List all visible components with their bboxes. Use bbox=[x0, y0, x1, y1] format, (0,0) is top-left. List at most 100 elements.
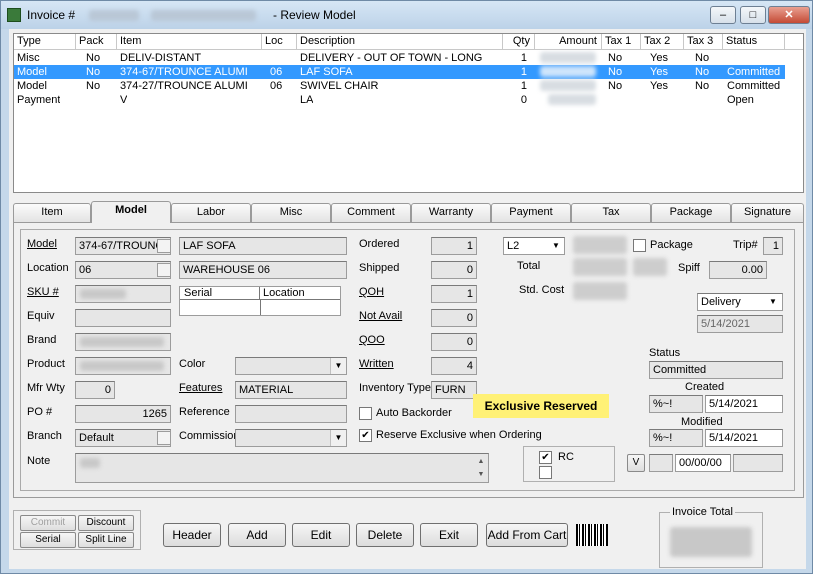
col-header-amount[interactable]: Amount bbox=[535, 34, 602, 50]
sku-label[interactable]: SKU # bbox=[27, 286, 59, 298]
table-row-selected[interactable]: Model No 374-67/TROUNCE ALUMI 06 LAF SOF… bbox=[14, 65, 785, 79]
v-button[interactable]: V bbox=[627, 454, 645, 472]
equiv-field[interactable] bbox=[75, 309, 171, 327]
chevron-down-icon[interactable]: ▼ bbox=[330, 430, 346, 446]
color-select[interactable]: ▼ bbox=[235, 357, 347, 375]
v-extra-field[interactable] bbox=[733, 454, 783, 472]
table-row[interactable]: Model No 374-27/TROUNCE ALUMI 06 SWIVEL … bbox=[14, 79, 785, 93]
col-header-tax3[interactable]: Tax 3 bbox=[684, 34, 723, 50]
features-field[interactable]: MATERIAL bbox=[235, 381, 347, 399]
v-code-field[interactable] bbox=[649, 454, 673, 472]
serial-location-grid[interactable]: Serial Location bbox=[179, 286, 341, 316]
not-avail-field[interactable]: 0 bbox=[431, 309, 477, 327]
close-button[interactable]: ✕ bbox=[768, 6, 810, 24]
status-field[interactable]: Committed bbox=[649, 361, 783, 379]
shipped-field[interactable]: 0 bbox=[431, 261, 477, 279]
rc-secondary-checkbox[interactable] bbox=[539, 466, 552, 479]
commission-select[interactable]: ▼ bbox=[235, 429, 347, 447]
brand-field[interactable] bbox=[75, 333, 171, 351]
line-items-grid[interactable]: Type Pack Item Loc Description Qty Amoun… bbox=[13, 33, 804, 193]
tab-model[interactable]: Model bbox=[91, 201, 171, 223]
v-date-field[interactable]: 00/00/00 bbox=[675, 454, 731, 472]
tab-item[interactable]: Item bbox=[13, 203, 91, 222]
minimize-button[interactable]: – bbox=[710, 6, 736, 24]
inventory-type-field[interactable]: FURN bbox=[431, 381, 477, 399]
model-lookup-button[interactable] bbox=[157, 239, 171, 253]
written-field[interactable]: 4 bbox=[431, 357, 477, 375]
package-label[interactable]: Package bbox=[650, 239, 693, 251]
tab-signature[interactable]: Signature bbox=[731, 203, 804, 222]
tab-labor[interactable]: Labor bbox=[171, 203, 251, 222]
product-field[interactable] bbox=[75, 357, 171, 375]
split-line-button[interactable]: Split Line bbox=[78, 532, 134, 548]
features-label[interactable]: Features bbox=[179, 382, 222, 394]
location-column-header[interactable]: Location bbox=[260, 287, 340, 300]
created-by-field[interactable]: %~! bbox=[649, 395, 703, 413]
col-header-item[interactable]: Item bbox=[117, 34, 262, 50]
delivery-chevron-down-icon[interactable]: ▼ bbox=[766, 295, 780, 309]
note-scrollbar[interactable]: ▲ ▼ bbox=[475, 455, 487, 481]
commit-button[interactable]: Commit bbox=[20, 515, 76, 531]
col-header-pack[interactable]: Pack bbox=[76, 34, 117, 50]
maximize-button[interactable]: □ bbox=[740, 6, 766, 24]
written-label[interactable]: Written bbox=[359, 358, 394, 370]
spiff-field[interactable]: 0.00 bbox=[709, 261, 767, 279]
exit-button[interactable]: Exit bbox=[420, 523, 478, 547]
tab-comment[interactable]: Comment bbox=[331, 203, 411, 222]
reserve-exclusive-checkbox[interactable]: ✔ bbox=[359, 429, 372, 442]
discount-button[interactable]: Discount bbox=[78, 515, 134, 531]
model-label[interactable]: Model bbox=[27, 238, 57, 250]
header-button[interactable]: Header bbox=[163, 523, 221, 547]
delete-button[interactable]: Delete bbox=[356, 523, 414, 547]
col-header-tax1[interactable]: Tax 1 bbox=[602, 34, 641, 50]
auto-backorder-label[interactable]: Auto Backorder bbox=[376, 407, 452, 419]
price-level-chevron-down-icon[interactable]: ▼ bbox=[549, 239, 563, 253]
modified-date-field[interactable]: 5/14/2021 bbox=[705, 429, 783, 447]
table-row[interactable]: Payment V LA 0 Open bbox=[14, 93, 785, 107]
not-avail-label[interactable]: Not Avail bbox=[359, 310, 402, 322]
reference-field[interactable] bbox=[235, 405, 347, 423]
scroll-down-icon[interactable]: ▼ bbox=[475, 468, 487, 481]
rc-checkbox[interactable]: ✔ bbox=[539, 451, 552, 464]
serial-column-header[interactable]: Serial bbox=[180, 287, 260, 300]
trip-field[interactable]: 1 bbox=[763, 237, 783, 255]
qoo-field[interactable]: 0 bbox=[431, 333, 477, 351]
location-lookup-button[interactable] bbox=[157, 263, 171, 277]
col-header-type[interactable]: Type bbox=[14, 34, 76, 50]
col-header-qty[interactable]: Qty bbox=[503, 34, 535, 50]
auto-backorder-checkbox[interactable] bbox=[359, 407, 372, 420]
created-date-field[interactable]: 5/14/2021 bbox=[705, 395, 783, 413]
serial-button[interactable]: Serial bbox=[20, 532, 76, 548]
tab-package[interactable]: Package bbox=[651, 203, 731, 222]
package-checkbox[interactable] bbox=[633, 239, 646, 252]
qoh-label[interactable]: QOH bbox=[359, 286, 384, 298]
model-description-field[interactable]: LAF SOFA bbox=[179, 237, 347, 255]
chevron-down-icon[interactable]: ▼ bbox=[330, 358, 346, 374]
tab-misc[interactable]: Misc bbox=[251, 203, 331, 222]
scroll-up-icon[interactable]: ▲ bbox=[475, 455, 487, 468]
edit-button[interactable]: Edit bbox=[292, 523, 350, 547]
qoo-label[interactable]: QOO bbox=[359, 334, 385, 346]
table-row[interactable]: Misc No DELIV-DISTANT DELIVERY - OUT OF … bbox=[14, 51, 785, 65]
mfr-wty-field[interactable]: 0 bbox=[75, 381, 115, 399]
po-field[interactable]: 1265 bbox=[75, 405, 171, 423]
add-button[interactable]: Add bbox=[228, 523, 286, 547]
rc-label[interactable]: RC bbox=[558, 451, 574, 463]
reserve-exclusive-label[interactable]: Reserve Exclusive when Ordering bbox=[376, 429, 542, 441]
col-header-tax2[interactable]: Tax 2 bbox=[641, 34, 684, 50]
ordered-field[interactable]: 1 bbox=[431, 237, 477, 255]
barcode-icon[interactable] bbox=[576, 524, 608, 546]
sku-field[interactable] bbox=[75, 285, 171, 303]
add-from-cart-button[interactable]: Add From Cart bbox=[486, 523, 568, 547]
title-bar[interactable]: Invoice # - Review Model – □ ✕ bbox=[1, 1, 812, 29]
delivery-date-field[interactable]: 5/14/2021 bbox=[697, 315, 783, 333]
tab-warranty[interactable]: Warranty bbox=[411, 203, 491, 222]
branch-lookup-button[interactable] bbox=[157, 431, 171, 445]
col-header-description[interactable]: Description bbox=[297, 34, 503, 50]
col-header-loc[interactable]: Loc bbox=[262, 34, 297, 50]
qoh-field[interactable]: 1 bbox=[431, 285, 477, 303]
col-header-status[interactable]: Status bbox=[723, 34, 785, 50]
location-description-field[interactable]: WAREHOUSE 06 bbox=[179, 261, 347, 279]
note-field[interactable] bbox=[75, 453, 489, 483]
modified-by-field[interactable]: %~! bbox=[649, 429, 703, 447]
